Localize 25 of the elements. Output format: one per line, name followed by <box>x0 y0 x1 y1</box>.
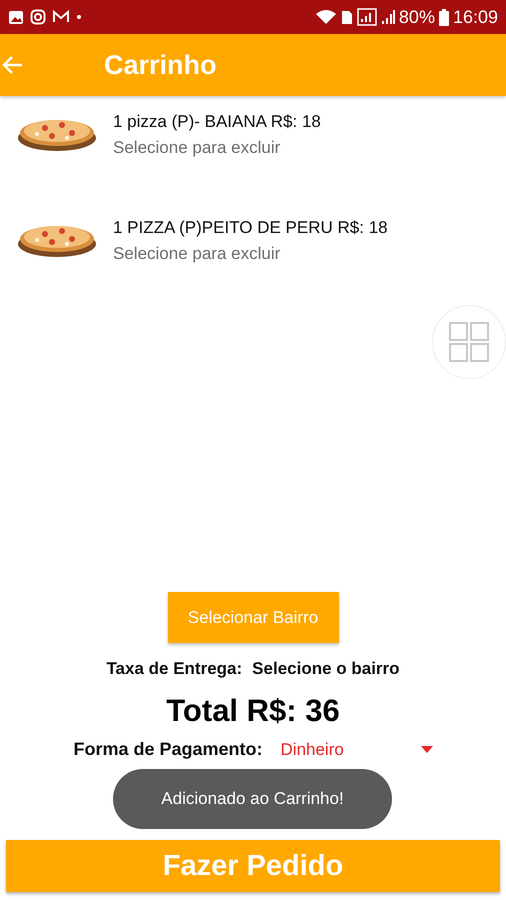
sim-icon <box>340 10 353 24</box>
signal-icon <box>356 8 377 26</box>
total-amount: Total R$: 36 <box>166 693 340 729</box>
payment-label: Forma de Pagamento: <box>73 739 263 760</box>
delivery-fee-label: Taxa de Entrega: <box>106 659 242 679</box>
grid-icon <box>448 321 490 363</box>
item-hint: Selecione para excluir <box>113 138 282 158</box>
item-hint: Selecione para excluir <box>113 244 282 264</box>
dropdown-arrow-icon <box>420 746 433 753</box>
payment-dropdown[interactable]: Dinheiro <box>280 740 433 760</box>
item-title[interactable]: 1 PIZZA (P)PEITO DE PERU R$: 18 <box>113 218 388 238</box>
dot-icon <box>76 14 82 20</box>
delivery-fee-value: Selecione o bairro <box>252 659 400 679</box>
screen-title: Carrinho <box>104 50 217 80</box>
wifi-icon <box>314 9 337 25</box>
mail-icon <box>52 10 70 24</box>
signal-icon <box>380 9 395 25</box>
battery-percent: 80% <box>398 6 435 28</box>
instagram-icon <box>30 9 46 25</box>
gallery-icon <box>8 10 24 24</box>
item-title[interactable]: 1 pizza (P)- BAIANA R$: 18 <box>113 112 321 132</box>
toast-message: Adicionado ao Carrinho! <box>113 769 392 829</box>
battery-icon <box>438 8 449 26</box>
clock: 16:09 <box>452 6 498 28</box>
back-arrow-icon[interactable] <box>2 54 24 76</box>
